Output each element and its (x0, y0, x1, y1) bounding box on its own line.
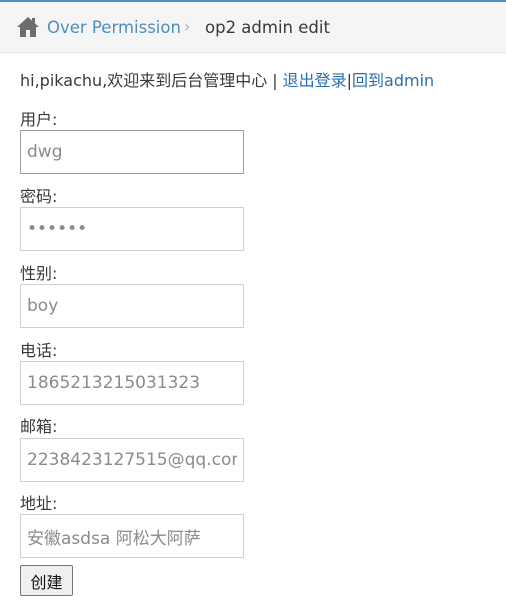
phone-field[interactable] (20, 361, 244, 405)
username-label: 用户: (20, 110, 58, 129)
back-to-admin-link[interactable]: 回到admin (352, 71, 434, 90)
email-field[interactable] (20, 438, 244, 482)
phone-label: 电话: (20, 341, 58, 360)
create-button[interactable]: 创建 (20, 565, 73, 596)
gender-label: 性别: (20, 264, 58, 283)
password-field[interactable] (20, 207, 244, 251)
logout-link[interactable]: 退出登录 (283, 71, 347, 90)
username-field[interactable] (20, 130, 244, 174)
welcome-bar: hi,pikachu,欢迎来到后台管理中心 | 退出登录|回到admin (20, 67, 434, 91)
gender-field[interactable] (20, 284, 244, 328)
email-label: 邮箱: (20, 417, 58, 436)
address-field[interactable] (20, 514, 244, 558)
breadcrumb-current: op2 admin edit (205, 18, 330, 37)
welcome-text: hi,pikachu,欢迎来到后台管理中心 (20, 71, 268, 90)
breadcrumb-separator-icon: › (184, 17, 191, 36)
password-label: 密码: (20, 187, 58, 206)
breadcrumb-link-over-permission[interactable]: Over Permission (47, 18, 181, 37)
address-label: 地址: (20, 494, 58, 513)
breadcrumb: Over Permission › op2 admin edit (0, 2, 506, 53)
separator: | (272, 71, 278, 90)
home-icon[interactable] (16, 16, 40, 38)
